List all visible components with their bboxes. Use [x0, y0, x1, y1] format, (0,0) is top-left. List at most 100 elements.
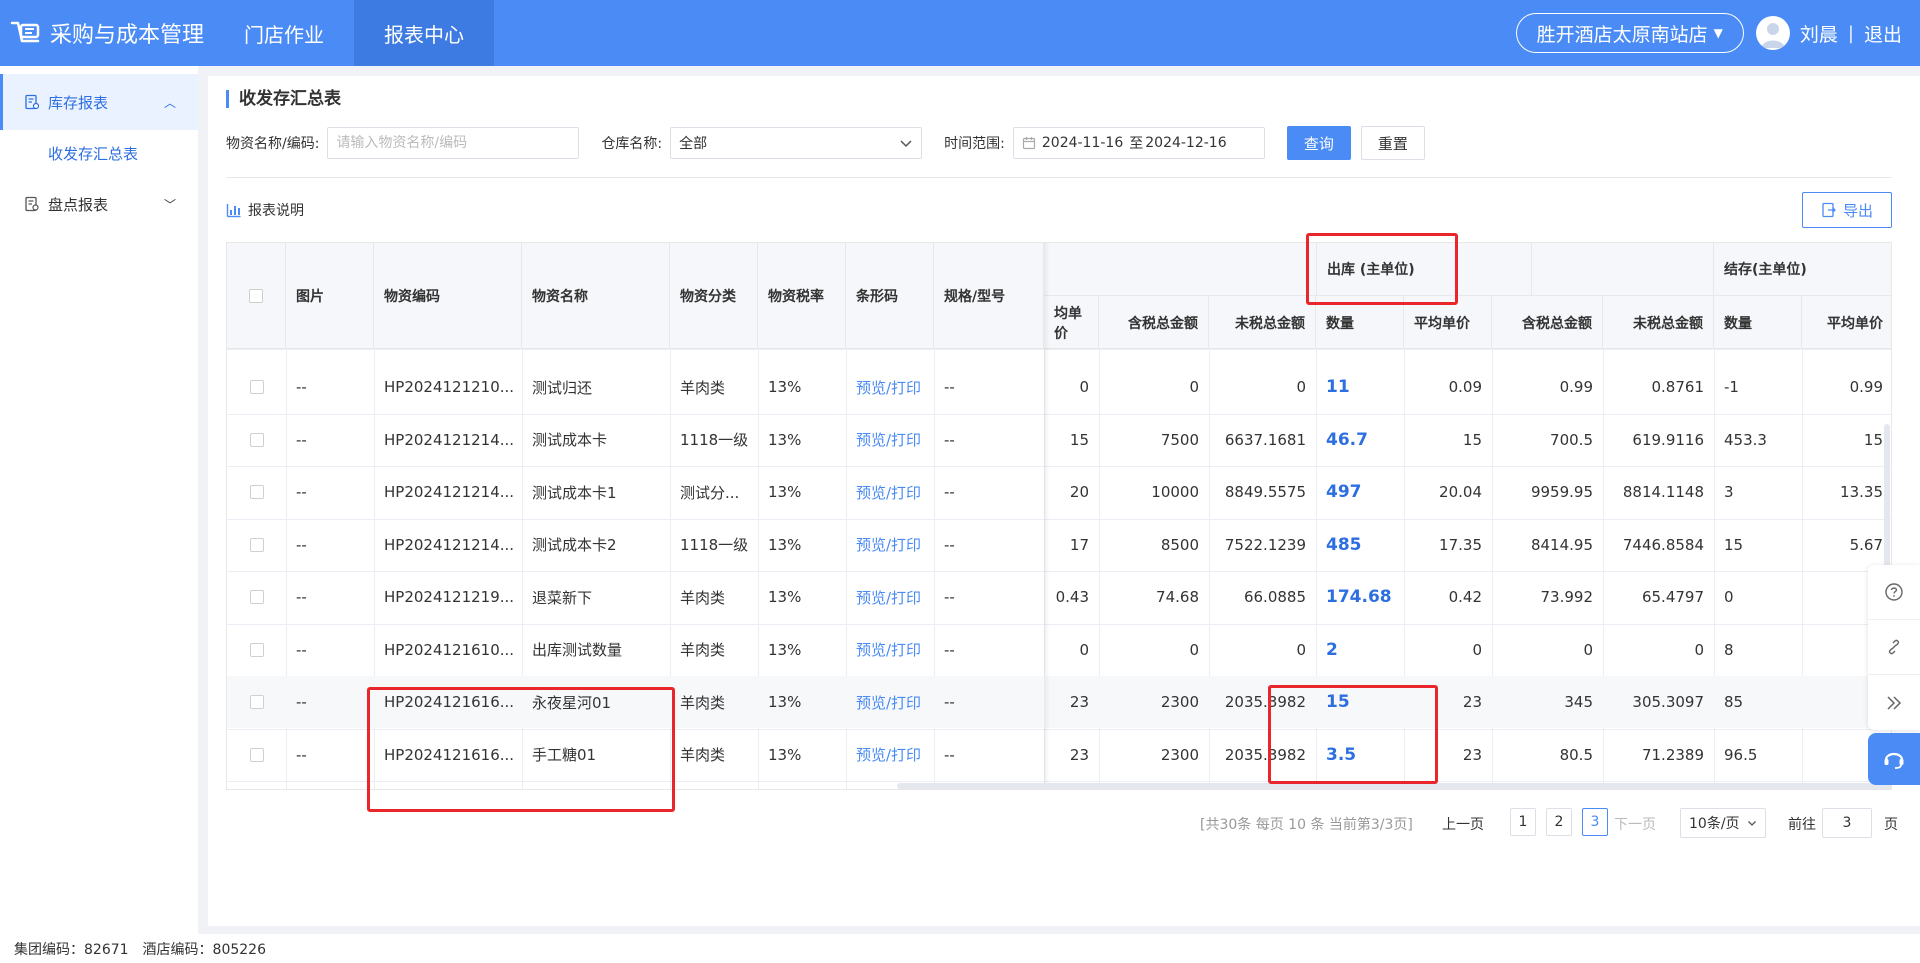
table-cell: 测试成本卡2 — [522, 519, 670, 572]
preview-print-link[interactable]: 预览/打印 — [856, 692, 921, 713]
cell-c3: 66.0885 — [1243, 588, 1306, 607]
row-select-cell — [227, 361, 286, 414]
table-cell: 73.992 — [1492, 571, 1603, 624]
preview-print-link[interactable]: 预览/打印 — [856, 429, 921, 450]
out-qty-link[interactable]: 15 — [1326, 692, 1350, 712]
warehouse-select[interactable]: 全部 — [670, 127, 923, 159]
table-cell: -- — [286, 466, 374, 519]
table-cell: 71.2389 — [1603, 729, 1714, 782]
out-qty-link[interactable]: 485 — [1326, 535, 1362, 555]
table-cell: 8814.1148 — [1603, 466, 1714, 519]
name-search-input[interactable] — [327, 127, 580, 159]
table-cell: 预览/打印 — [846, 624, 934, 677]
sidebar-item-summary-report[interactable]: 收发存汇总表 — [0, 130, 198, 176]
preview-print-link[interactable]: 预览/打印 — [856, 377, 921, 398]
preview-print-link[interactable]: 预览/打印 — [856, 639, 921, 660]
preview-print-link[interactable]: 预览/打印 — [856, 587, 921, 608]
table-cell: 测试成本卡1 — [522, 466, 670, 519]
preview-print-link[interactable]: 预览/打印 — [856, 482, 921, 503]
row-checkbox[interactable] — [249, 642, 264, 657]
cell-cat: 1118一级 — [680, 536, 749, 555]
table-cell: 9959.95 — [1492, 466, 1603, 519]
table-cell: -- — [286, 361, 374, 414]
cell-s1: 96.5 — [1724, 745, 1758, 764]
query-button[interactable]: 查询 — [1286, 126, 1351, 160]
row-checkbox[interactable] — [249, 747, 264, 762]
table-cell: 0 — [1044, 624, 1099, 677]
table-cell: 0 — [1492, 624, 1603, 677]
table-cell: 20.04 — [1404, 466, 1492, 519]
nav-report-center[interactable]: 报表中心 — [354, 0, 494, 66]
table-cell: 8414.95 — [1492, 519, 1603, 572]
th-stock-avg-price: 平均单价 — [1827, 315, 1883, 332]
preview-print-link[interactable]: 预览/打印 — [856, 534, 921, 555]
row-checkbox[interactable] — [249, 380, 264, 395]
table-cell: 0 — [1404, 624, 1492, 677]
page-3-button[interactable]: 3 — [1582, 808, 1608, 836]
preview-print-link[interactable]: 预览/打印 — [856, 744, 921, 765]
table-cell: 5.67 — [1802, 519, 1891, 572]
link-button[interactable] — [1868, 620, 1920, 675]
report-note-link[interactable]: 报表说明 — [226, 200, 304, 220]
out-qty-link[interactable]: 497 — [1326, 482, 1362, 502]
page-2-button[interactable]: 2 — [1546, 808, 1572, 836]
out-qty-link[interactable]: 174.68 — [1326, 587, 1392, 607]
goto-page-input[interactable]: 3 — [1822, 808, 1872, 838]
table-cell: 1118一级 — [670, 519, 758, 572]
double-chevron-right-icon — [1887, 695, 1902, 710]
cell-c1: 20 — [1069, 483, 1089, 502]
sidebar: 库存报表 ︿ 收发存汇总表 盘点报表 ﹀ — [0, 66, 198, 934]
hotel-selector[interactable]: 胜开酒店太原南站店 ▼ — [1515, 13, 1744, 53]
cell-code: HP2024121210... — [384, 378, 515, 397]
cell-c5: 20.04 — [1439, 483, 1482, 502]
cell-s1: 15 — [1724, 535, 1744, 554]
table-cell: -- — [286, 414, 374, 467]
page-1-button[interactable]: 1 — [1510, 808, 1536, 836]
user-name[interactable]: 刘晨 — [1800, 20, 1838, 47]
select-all-checkbox[interactable] — [249, 289, 263, 303]
sidebar-item-stocktake-reports[interactable]: 盘点报表 ﹀ — [0, 176, 198, 232]
cell-c5: 23 — [1462, 693, 1482, 712]
out-qty-link[interactable]: 3.5 — [1326, 745, 1356, 765]
table-cell: 17 — [1044, 519, 1099, 572]
table-cell: 13% — [758, 361, 846, 414]
next-page-button[interactable]: 下一页 — [1614, 814, 1656, 834]
cell-s1: 3 — [1724, 483, 1734, 502]
report-note-label: 报表说明 — [248, 203, 304, 219]
out-qty-link[interactable]: 11 — [1326, 377, 1350, 397]
cell-c2: 2300 — [1160, 693, 1199, 712]
footer: 集团编码：82671 酒店编码：805226 — [0, 934, 1920, 963]
row-checkbox[interactable] — [249, 537, 264, 552]
row-checkbox[interactable] — [249, 590, 264, 605]
date-range-picker[interactable]: 2024-11-16 至 2024-12-16 — [1012, 127, 1265, 159]
out-qty-link[interactable]: 46.7 — [1326, 430, 1368, 450]
row-divider — [227, 781, 1891, 782]
app-logo-icon — [10, 21, 40, 43]
table-cell: 2300 — [1099, 729, 1209, 782]
floating-toolbar — [1868, 565, 1920, 730]
row-checkbox[interactable] — [249, 695, 264, 710]
nav-store-ops[interactable]: 门店作业 — [214, 0, 354, 66]
row-checkbox[interactable] — [249, 432, 264, 447]
th-out-untaxed-total: 未税总金额 — [1603, 296, 1714, 349]
table-cell: 0.09 — [1404, 361, 1492, 414]
table-cell: -- — [286, 624, 374, 677]
reset-button[interactable]: 重置 — [1360, 126, 1425, 160]
user-avatar-icon — [1760, 23, 1785, 48]
table-cell: 13.35 — [1802, 466, 1891, 519]
horizontal-scrollbar[interactable] — [897, 783, 1891, 789]
sidebar-item-inventory-reports[interactable]: 库存报表 ︿ — [0, 74, 198, 130]
th-avg-price-prev: 均单价 — [1044, 296, 1099, 349]
avatar[interactable] — [1755, 16, 1790, 50]
brand[interactable]: 采购与成本管理 — [0, 0, 214, 66]
page-size-select[interactable]: 10条/页 — [1680, 808, 1766, 838]
customer-support-button[interactable] — [1868, 733, 1920, 785]
row-checkbox[interactable] — [249, 485, 264, 500]
out-qty-link[interactable]: 2 — [1326, 640, 1338, 660]
prev-page-button[interactable]: 上一页 — [1442, 814, 1484, 834]
export-button[interactable]: 导出 — [1802, 192, 1892, 228]
collapse-button[interactable] — [1868, 675, 1920, 730]
table-cell: 羊肉类 — [670, 361, 758, 414]
help-button[interactable] — [1868, 565, 1920, 620]
logout-link[interactable]: 退出 — [1864, 20, 1902, 47]
